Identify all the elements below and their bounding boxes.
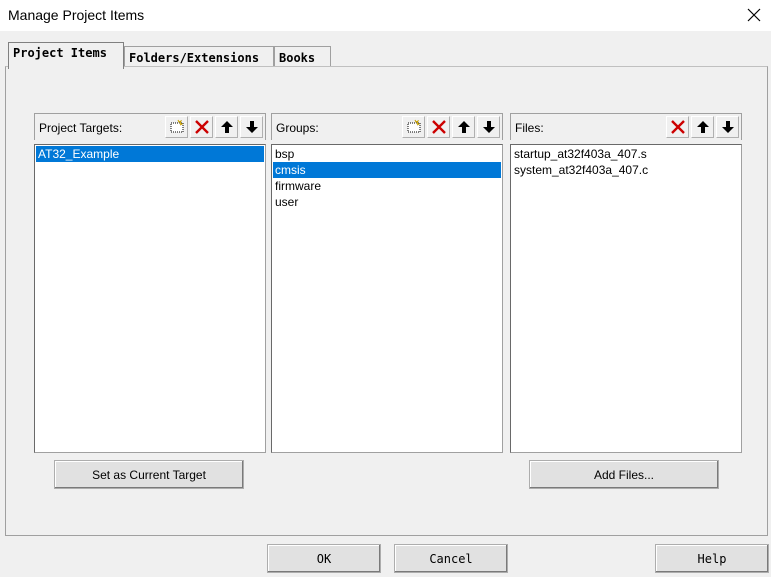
title-bar: Manage Project Items	[0, 0, 771, 31]
delete-icon	[194, 120, 209, 134]
move-up-icon	[696, 121, 709, 133]
move-file-up-button[interactable]	[691, 116, 714, 138]
delete-icon	[431, 120, 446, 134]
move-group-down-button[interactable]	[477, 116, 500, 138]
help-button[interactable]: Help	[655, 544, 769, 573]
delete-icon	[670, 120, 685, 134]
move-down-icon	[245, 121, 258, 133]
cancel-button[interactable]: Cancel	[394, 544, 508, 573]
project-targets-list[interactable]: AT32_Example	[34, 144, 266, 453]
files-label: Files:	[515, 121, 544, 135]
move-target-up-button[interactable]	[215, 116, 238, 138]
list-item[interactable]: AT32_Example	[36, 146, 264, 162]
project-targets-group: Project Targets: AT32_Example	[34, 113, 266, 453]
groups-group: Groups: bsp cmsis firmware user	[271, 113, 503, 453]
tab-project-items[interactable]: Project Items	[8, 42, 124, 69]
delete-file-button[interactable]	[666, 116, 689, 138]
ok-button[interactable]: OK	[267, 544, 381, 573]
list-item[interactable]: cmsis	[273, 162, 501, 178]
list-item[interactable]: bsp	[273, 146, 501, 162]
list-item[interactable]: startup_at32f403a_407.s	[512, 146, 740, 162]
files-group: Files: startup_at32f403a_407.s system_at…	[510, 113, 742, 453]
move-target-down-button[interactable]	[240, 116, 263, 138]
list-item[interactable]: system_at32f403a_407.c	[512, 162, 740, 178]
move-up-icon	[220, 121, 233, 133]
tab-folders-extensions[interactable]: Folders/Extensions	[124, 46, 274, 68]
new-item-icon	[170, 119, 183, 133]
move-up-icon	[457, 121, 470, 133]
new-target-button[interactable]	[165, 116, 188, 138]
groups-list[interactable]: bsp cmsis firmware user	[271, 144, 503, 453]
close-icon	[747, 8, 761, 22]
move-down-icon	[721, 121, 734, 133]
add-files-button[interactable]: Add Files...	[529, 460, 719, 489]
project-targets-header: Project Targets:	[34, 113, 266, 140]
close-button[interactable]	[743, 4, 765, 26]
delete-group-button[interactable]	[427, 116, 450, 138]
set-current-target-button[interactable]: Set as Current Target	[54, 460, 244, 489]
tab-books[interactable]: Books	[274, 46, 331, 68]
list-item[interactable]: user	[273, 194, 501, 210]
window-title: Manage Project Items	[8, 7, 145, 23]
list-item[interactable]: firmware	[273, 178, 501, 194]
groups-label: Groups:	[276, 121, 319, 135]
groups-header: Groups:	[271, 113, 503, 140]
move-file-down-button[interactable]	[716, 116, 739, 138]
move-group-up-button[interactable]	[452, 116, 475, 138]
files-list[interactable]: startup_at32f403a_407.s system_at32f403a…	[510, 144, 742, 453]
project-targets-label: Project Targets:	[39, 121, 123, 135]
delete-target-button[interactable]	[190, 116, 213, 138]
files-header: Files:	[510, 113, 742, 140]
move-down-icon	[482, 121, 495, 133]
new-group-button[interactable]	[402, 116, 425, 138]
new-item-icon	[407, 119, 420, 133]
